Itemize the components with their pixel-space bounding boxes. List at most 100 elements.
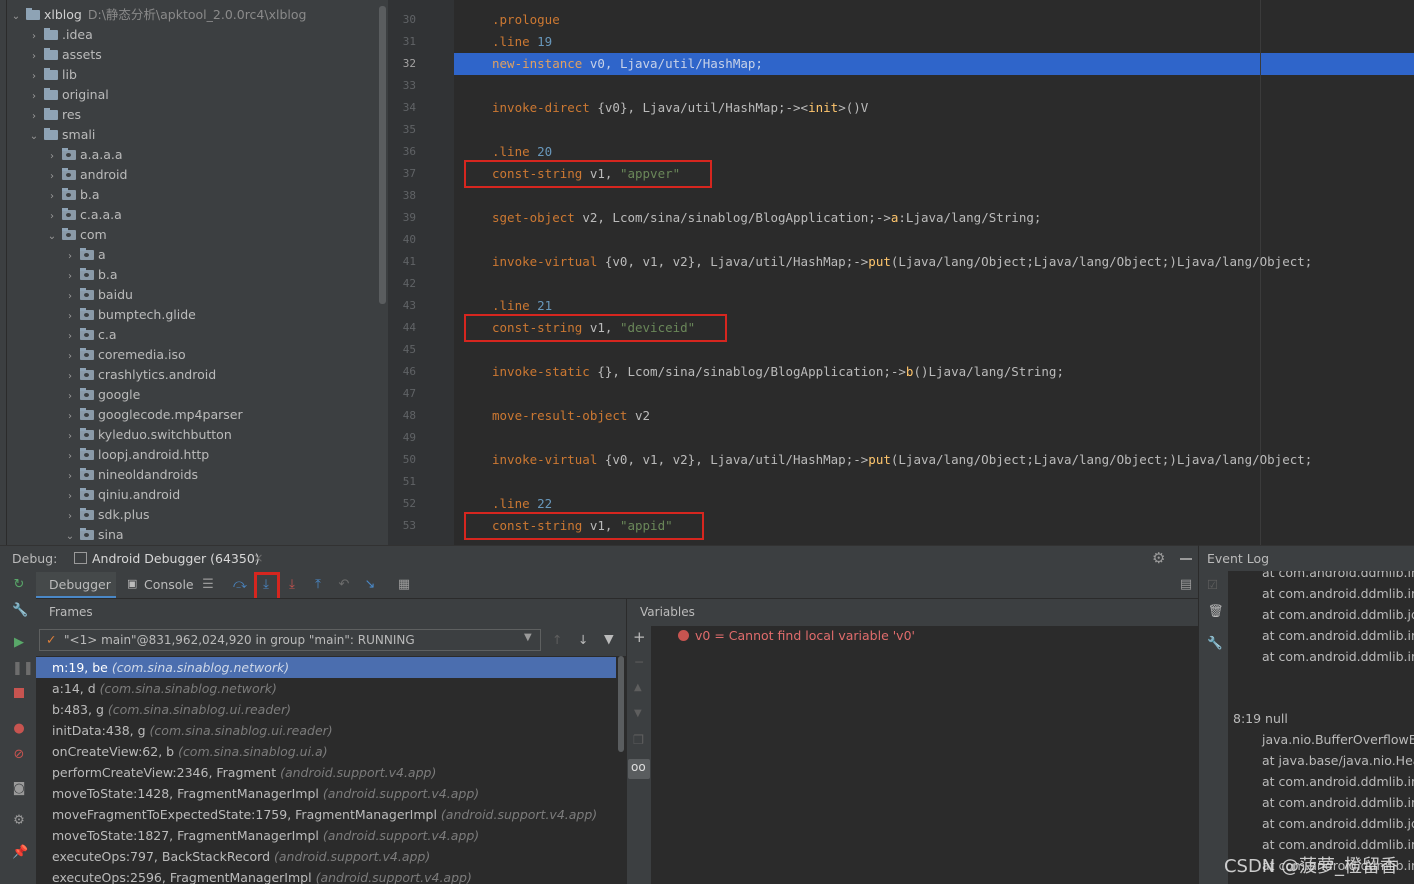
tree-item[interactable]: › sdk.plus [64, 505, 150, 525]
thread-selector[interactable]: ✓ "<1> main"@831,962,024,920 in group "m… [39, 629, 541, 651]
tab-console[interactable]: Console [144, 577, 194, 592]
chevron-right-icon[interactable]: › [64, 367, 76, 387]
frame-row[interactable]: executeOps:797, BackStackRecord (android… [36, 846, 616, 867]
step-over-icon[interactable]: ⤼ [232, 577, 248, 593]
add-watch-icon[interactable]: + [633, 628, 646, 646]
view-breakpoints-icon[interactable]: ● [12, 722, 26, 736]
layout-icon[interactable]: ▤ [1178, 577, 1194, 593]
tree-item[interactable]: ⌄ sina [64, 525, 124, 545]
tree-item[interactable]: › .idea [28, 25, 93, 45]
frame-row[interactable]: onCreateView:62, b (com.sina.sinablog.ui… [36, 741, 616, 762]
code-editor[interactable]: .prologue .line 19 new-instance v0, Ljava/… [454, 0, 1414, 545]
settings-icon[interactable]: ⚙ [12, 814, 26, 828]
chevron-right-icon[interactable]: › [46, 207, 58, 227]
frame-row[interactable]: performCreateView:2346, Fragment (androi… [36, 762, 616, 783]
tree-item[interactable]: › lib [28, 65, 77, 85]
chevron-right-icon[interactable]: › [64, 407, 76, 427]
debug-session-tab[interactable]: Android Debugger (64350) [92, 551, 260, 566]
frame-row[interactable]: executeOps:2596, FragmentManagerImpl (an… [36, 867, 616, 884]
tree-item[interactable]: › coremedia.iso [64, 345, 186, 365]
stop-icon[interactable] [12, 688, 26, 702]
chevron-right-icon[interactable]: › [64, 327, 76, 347]
run-to-cursor-icon[interactable]: ↘ [362, 577, 378, 593]
tree-item[interactable]: › google [64, 385, 140, 405]
tree-item[interactable]: › android [46, 165, 127, 185]
frames-scrollbar[interactable] [618, 656, 624, 752]
chevron-right-icon[interactable]: › [28, 47, 40, 67]
tree-item[interactable]: › c.a [64, 325, 117, 345]
tree-scrollbar[interactable] [379, 6, 386, 304]
frame-row[interactable]: moveToState:1827, FragmentManagerImpl (a… [36, 825, 616, 846]
tree-item[interactable]: › res [28, 105, 81, 125]
menu-icon[interactable]: ☰ [200, 577, 216, 593]
chevron-down-icon[interactable]: ⌄ [64, 527, 76, 545]
camera-icon[interactable]: ◙ [12, 782, 26, 796]
chevron-down-icon[interactable]: ⌄ [10, 7, 22, 27]
evaluate-expression-icon[interactable]: ▦ [396, 577, 412, 593]
mark-read-icon[interactable]: ☑ [1207, 577, 1218, 592]
drop-frame-icon[interactable]: ↶ [336, 577, 352, 593]
chevron-right-icon[interactable]: › [64, 287, 76, 307]
tree-item[interactable]: › a [64, 245, 106, 265]
chevron-right-icon[interactable]: › [64, 507, 76, 527]
wrench-icon[interactable]: 🔧 [12, 604, 28, 618]
tree-item[interactable]: › kyleduo.switchbutton [64, 425, 232, 445]
rerun-icon[interactable]: ↻ [12, 578, 26, 592]
trash-icon[interactable]: 🗑 [1208, 603, 1224, 619]
frame-row[interactable]: b:483, g (com.sina.sinablog.ui.reader) [36, 699, 616, 720]
chevron-right-icon[interactable]: › [64, 347, 76, 367]
tree-item[interactable]: ⌄ com [46, 225, 107, 245]
tree-item[interactable]: › qiniu.android [64, 485, 180, 505]
chevron-right-icon[interactable]: › [28, 67, 40, 87]
pin-icon[interactable]: 📌 [12, 846, 28, 860]
arrow-up-icon[interactable]: ↑ [552, 632, 562, 647]
chevron-right-icon[interactable]: › [64, 307, 76, 327]
tree-item[interactable]: › bumptech.glide [64, 305, 196, 325]
frame-row[interactable]: m:19, be (com.sina.sinablog.network) [36, 657, 616, 678]
frame-row[interactable]: a:14, d (com.sina.sinablog.network) [36, 678, 616, 699]
chevron-down-icon[interactable]: ⌄ [46, 227, 58, 247]
chevron-right-icon[interactable]: › [64, 447, 76, 467]
tree-item[interactable]: › crashlytics.android [64, 365, 216, 385]
wrench-icon[interactable]: 🔧 [1207, 635, 1223, 651]
chevron-right-icon[interactable]: › [46, 147, 58, 167]
minimize-icon[interactable] [1180, 558, 1192, 560]
tree-item[interactable]: › loopj.android.http [64, 445, 209, 465]
tree-item[interactable]: › a.a.a.a [46, 145, 123, 165]
tree-item[interactable]: › baidu [64, 285, 133, 305]
frames-list[interactable]: executeOps:2596, FragmentManagerImpl (an… [36, 656, 626, 884]
tree-item[interactable]: › b.a [64, 265, 118, 285]
chevron-right-icon[interactable]: › [28, 107, 40, 127]
chevron-right-icon[interactable]: › [46, 167, 58, 187]
chevron-right-icon[interactable]: › [64, 487, 76, 507]
arrow-down-icon[interactable]: ↓ [578, 632, 588, 647]
chevron-right-icon[interactable]: › [28, 87, 40, 107]
remove-watch-icon[interactable]: − [634, 654, 644, 669]
frame-row[interactable]: moveToState:1428, FragmentManagerImpl (a… [36, 783, 616, 804]
pause-icon[interactable]: ❚❚ [12, 662, 34, 676]
tree-item[interactable]: › googlecode.mp4parser [64, 405, 243, 425]
gear-icon[interactable]: ⚙ [1152, 549, 1165, 567]
chevron-right-icon[interactable]: › [64, 267, 76, 287]
move-up-icon[interactable]: ▲ [634, 682, 642, 693]
tree-item[interactable]: › original [28, 85, 109, 105]
tree-item[interactable]: › nineoldandroids [64, 465, 198, 485]
move-down-icon[interactable]: ▼ [634, 708, 642, 719]
frame-row[interactable]: initData:438, g (com.sina.sinablog.ui.re… [36, 720, 616, 741]
frame-row[interactable]: moveFragmentToExpectedState:1759, Fragme… [36, 804, 616, 825]
tree-item[interactable]: ⌄ smali [28, 125, 96, 147]
step-out-icon[interactable]: ⤒ [310, 577, 326, 593]
chevron-right-icon[interactable]: › [64, 387, 76, 407]
mute-breakpoints-icon[interactable]: ⊘ [12, 748, 26, 762]
close-icon[interactable]: × [253, 550, 263, 565]
tree-item[interactable]: › c.a.a.a [46, 205, 122, 225]
chevron-down-icon[interactable]: ⌄ [28, 127, 40, 147]
tree-root[interactable]: ⌄ xlblog D:\静态分析\apktool_2.0.0rc4\xlblog [10, 5, 307, 27]
chevron-right-icon[interactable]: › [64, 247, 76, 267]
tree-item[interactable]: › b.a [46, 185, 100, 205]
chevron-right-icon[interactable]: › [46, 187, 58, 207]
filter-icon[interactable]: ▼ [604, 631, 614, 646]
copy-icon[interactable]: ❐ [633, 732, 644, 747]
chevron-right-icon[interactable]: › [64, 427, 76, 447]
resume-icon[interactable]: ▶ [12, 636, 26, 650]
